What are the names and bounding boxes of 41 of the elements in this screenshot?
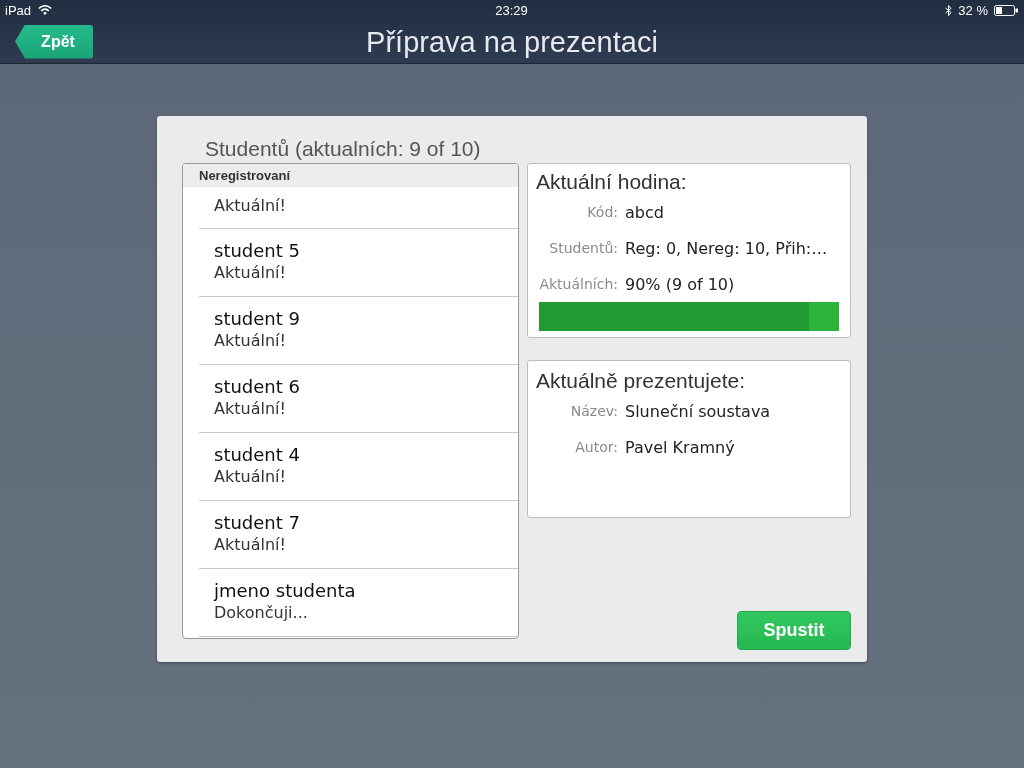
panel-title: Aktuálně prezentujete:	[536, 369, 745, 393]
student-row[interactable]: Aktuální!	[199, 187, 518, 229]
section-header: Neregistrovaní	[183, 164, 518, 187]
student-status: Aktuální!	[214, 262, 286, 284]
field-value: abcd	[625, 202, 664, 222]
student-row[interactable]: student 5 Aktuální!	[199, 229, 518, 297]
student-row[interactable]: jmeno studenta Dokončuji...	[199, 569, 518, 637]
student-status: Aktuální!	[214, 534, 286, 556]
device-name: iPad	[5, 2, 32, 18]
page-title: Příprava na prezentaci	[366, 24, 658, 59]
battery-icon	[994, 4, 1018, 16]
student-name: student 7	[214, 512, 300, 534]
field-label: Autor:	[575, 439, 618, 455]
field-value: Sluneční soustava	[625, 401, 771, 421]
wifi-icon	[38, 5, 53, 15]
field-label: Studentů:	[549, 240, 618, 256]
student-name: student 9	[214, 308, 300, 330]
panel-title: Aktuální hodina:	[536, 170, 687, 194]
student-row[interactable]: student 9 Aktuální!	[199, 297, 518, 365]
student-status: Aktuální!	[214, 195, 286, 217]
student-name: student 5	[214, 240, 300, 262]
student-status: Dokončuji...	[214, 602, 308, 624]
field-label: Kód:	[587, 204, 618, 220]
students-heading: Studentů (aktualních: 9 of 10)	[205, 136, 481, 162]
student-status: Aktuální!	[214, 398, 286, 420]
student-name: student 4	[214, 444, 300, 466]
student-name: student 6	[214, 376, 300, 398]
field-value: 90% (9 of 10)	[625, 274, 735, 294]
student-status: Aktuální!	[214, 330, 286, 352]
clock-time: 23:29	[495, 2, 528, 18]
student-name: jmeno studenta	[214, 580, 356, 602]
field-value: Pavel Kramný	[625, 437, 735, 457]
battery-percent: 32 %	[958, 2, 988, 18]
student-status: Aktuální!	[214, 466, 286, 488]
field-value: Reg: 0, Nereg: 10, Přih:…	[625, 238, 828, 258]
student-row[interactable]: student 4 Aktuální!	[199, 433, 518, 501]
student-row[interactable]: student 7 Aktuální!	[199, 501, 518, 569]
student-row[interactable]: student 6 Aktuální!	[199, 365, 518, 433]
field-label: Název:	[570, 403, 618, 419]
field-label: Aktuálních:	[539, 276, 618, 292]
bluetooth-icon	[945, 4, 953, 16]
